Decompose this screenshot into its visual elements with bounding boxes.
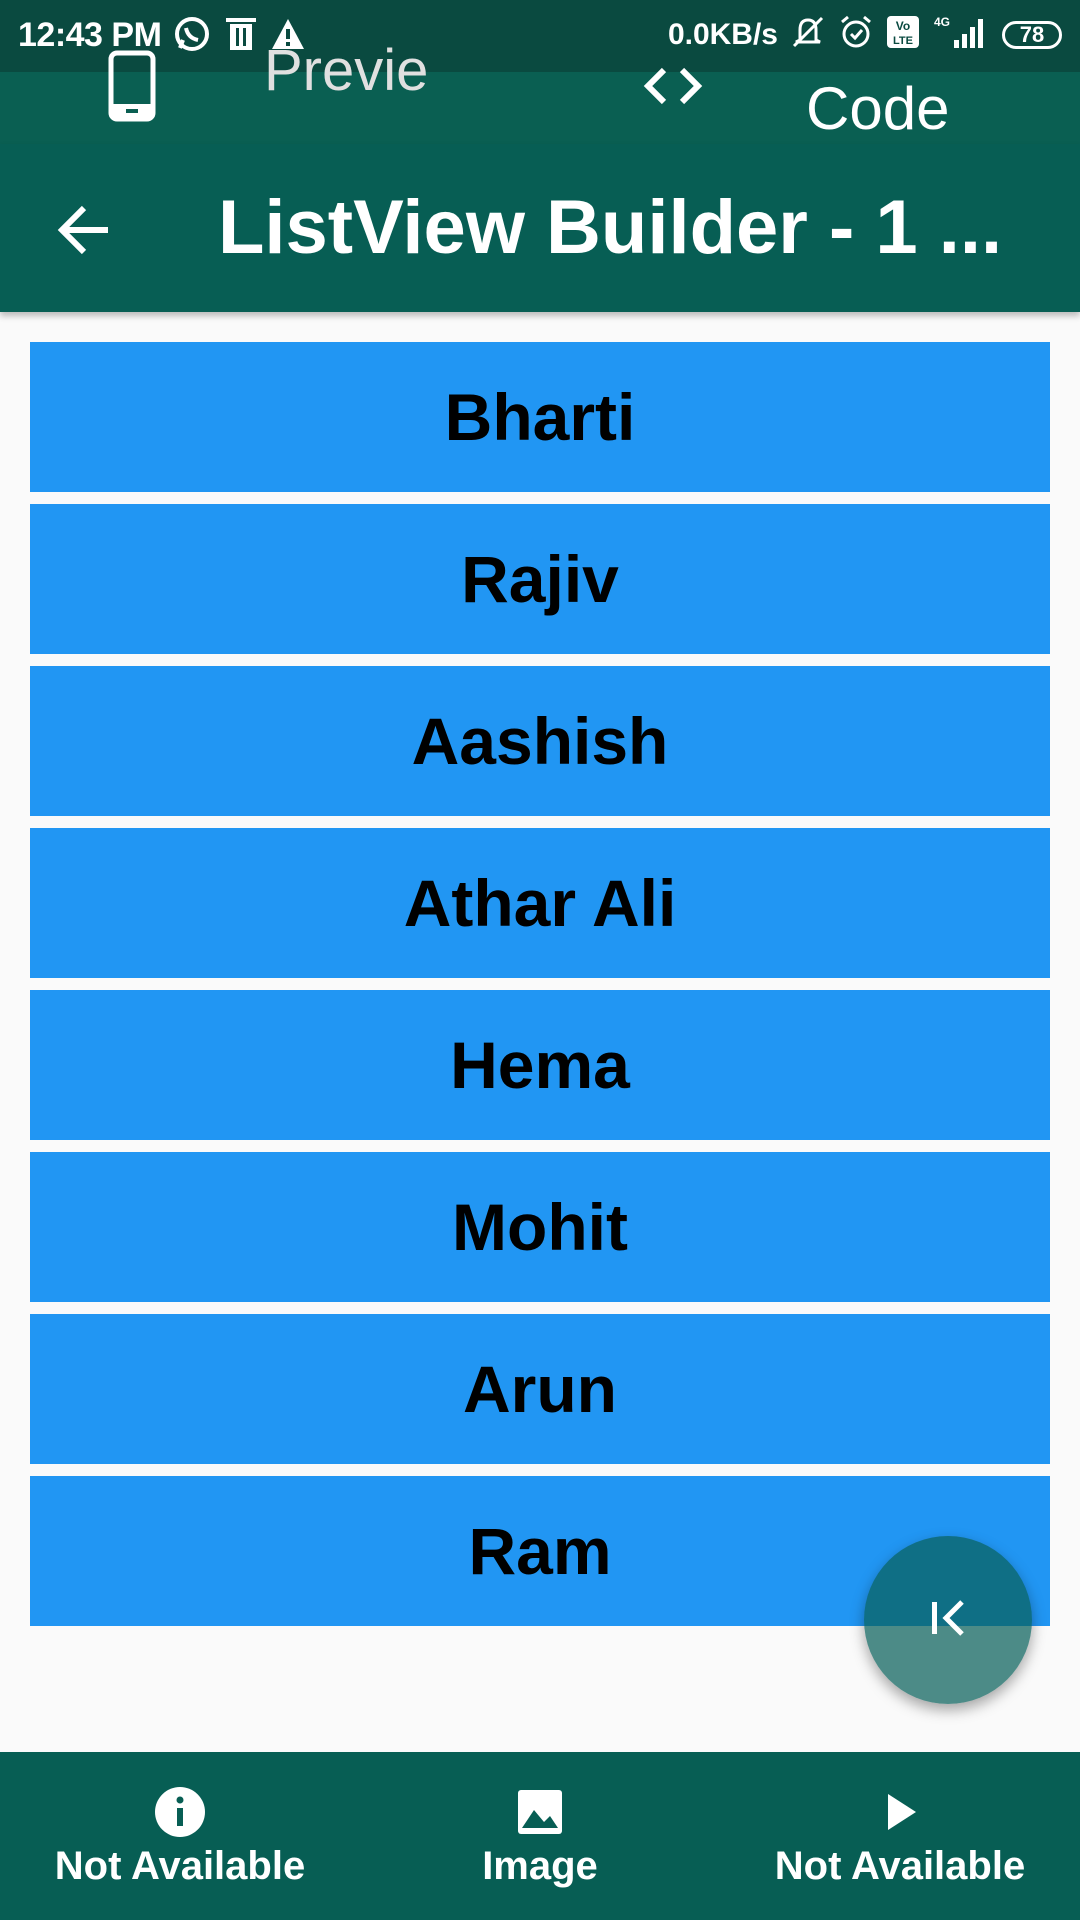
whatsapp-icon xyxy=(172,14,212,59)
bottom-nav-item-info[interactable]: Not Available xyxy=(40,1752,320,1920)
network-speed: 0.0KB/s xyxy=(667,17,778,51)
list-item[interactable]: Rajiv xyxy=(30,504,1050,654)
page-title: ListView Builder - 1 ... xyxy=(218,185,1003,270)
app-bar: ListView Builder - 1 ... xyxy=(0,144,1080,312)
svg-text:4G: 4G xyxy=(934,15,950,29)
volte-icon: Vo LTE xyxy=(886,15,920,54)
bottom-nav-item-play[interactable]: Not Available xyxy=(760,1752,1040,1920)
code-icon[interactable] xyxy=(642,64,704,113)
bottom-nav: Not Available Image Not Available xyxy=(0,1752,1080,1920)
battery-icon: 78 xyxy=(1002,20,1062,49)
svg-text:Vo: Vo xyxy=(896,19,910,33)
bottom-nav-label: Not Available xyxy=(54,1844,306,1888)
trash-icon xyxy=(226,16,256,57)
arrow-back-icon[interactable] xyxy=(54,200,114,260)
tab-code[interactable]: Code xyxy=(806,74,949,143)
bottom-nav-item-image[interactable]: Image xyxy=(400,1752,680,1920)
info-icon xyxy=(154,1786,206,1838)
svg-text:LTE: LTE xyxy=(893,35,913,47)
signal-icon: 4G xyxy=(932,14,990,55)
list-item[interactable]: Hema xyxy=(30,990,1050,1140)
list-item[interactable]: Aashish xyxy=(30,666,1050,816)
list-item[interactable]: Arun xyxy=(30,1314,1050,1464)
list-item-label: Rajiv xyxy=(461,542,619,616)
alarm-icon xyxy=(838,14,874,55)
list-item-label: Hema xyxy=(450,1028,630,1102)
list-item-label: Athar Ali xyxy=(403,866,677,940)
list-item[interactable]: Bharti xyxy=(30,342,1050,492)
list-item-label: Ram xyxy=(468,1514,612,1588)
list-item[interactable]: Mohit xyxy=(30,1152,1050,1302)
list-item-label: Bharti xyxy=(444,380,636,454)
list-item-label: Mohit xyxy=(452,1190,628,1264)
status-bar: 12:43 PM 0.0KB/s Vo LTE 4G 78 xyxy=(0,0,1080,72)
play-icon xyxy=(874,1786,926,1838)
tab-preview-label: Previe xyxy=(264,38,429,103)
list-item-label: Aashish xyxy=(411,704,669,778)
mute-icon xyxy=(790,14,826,55)
bottom-nav-label: Not Available xyxy=(774,1844,1026,1888)
first-page-icon xyxy=(924,1594,972,1647)
battery-level: 78 xyxy=(1019,21,1045,47)
image-icon xyxy=(514,1786,566,1838)
list-item-label: Arun xyxy=(463,1352,617,1426)
bottom-nav-label: Image xyxy=(482,1844,598,1888)
list-item[interactable]: Athar Ali xyxy=(30,828,1050,978)
preview-code-toolbar: Preview Code xyxy=(0,38,1080,197)
phone-icon[interactable] xyxy=(108,50,156,127)
name-list: Bharti Rajiv Aashish Athar Ali Hema Mohi… xyxy=(30,342,1050,1638)
first-page-fab[interactable] xyxy=(864,1536,1032,1704)
